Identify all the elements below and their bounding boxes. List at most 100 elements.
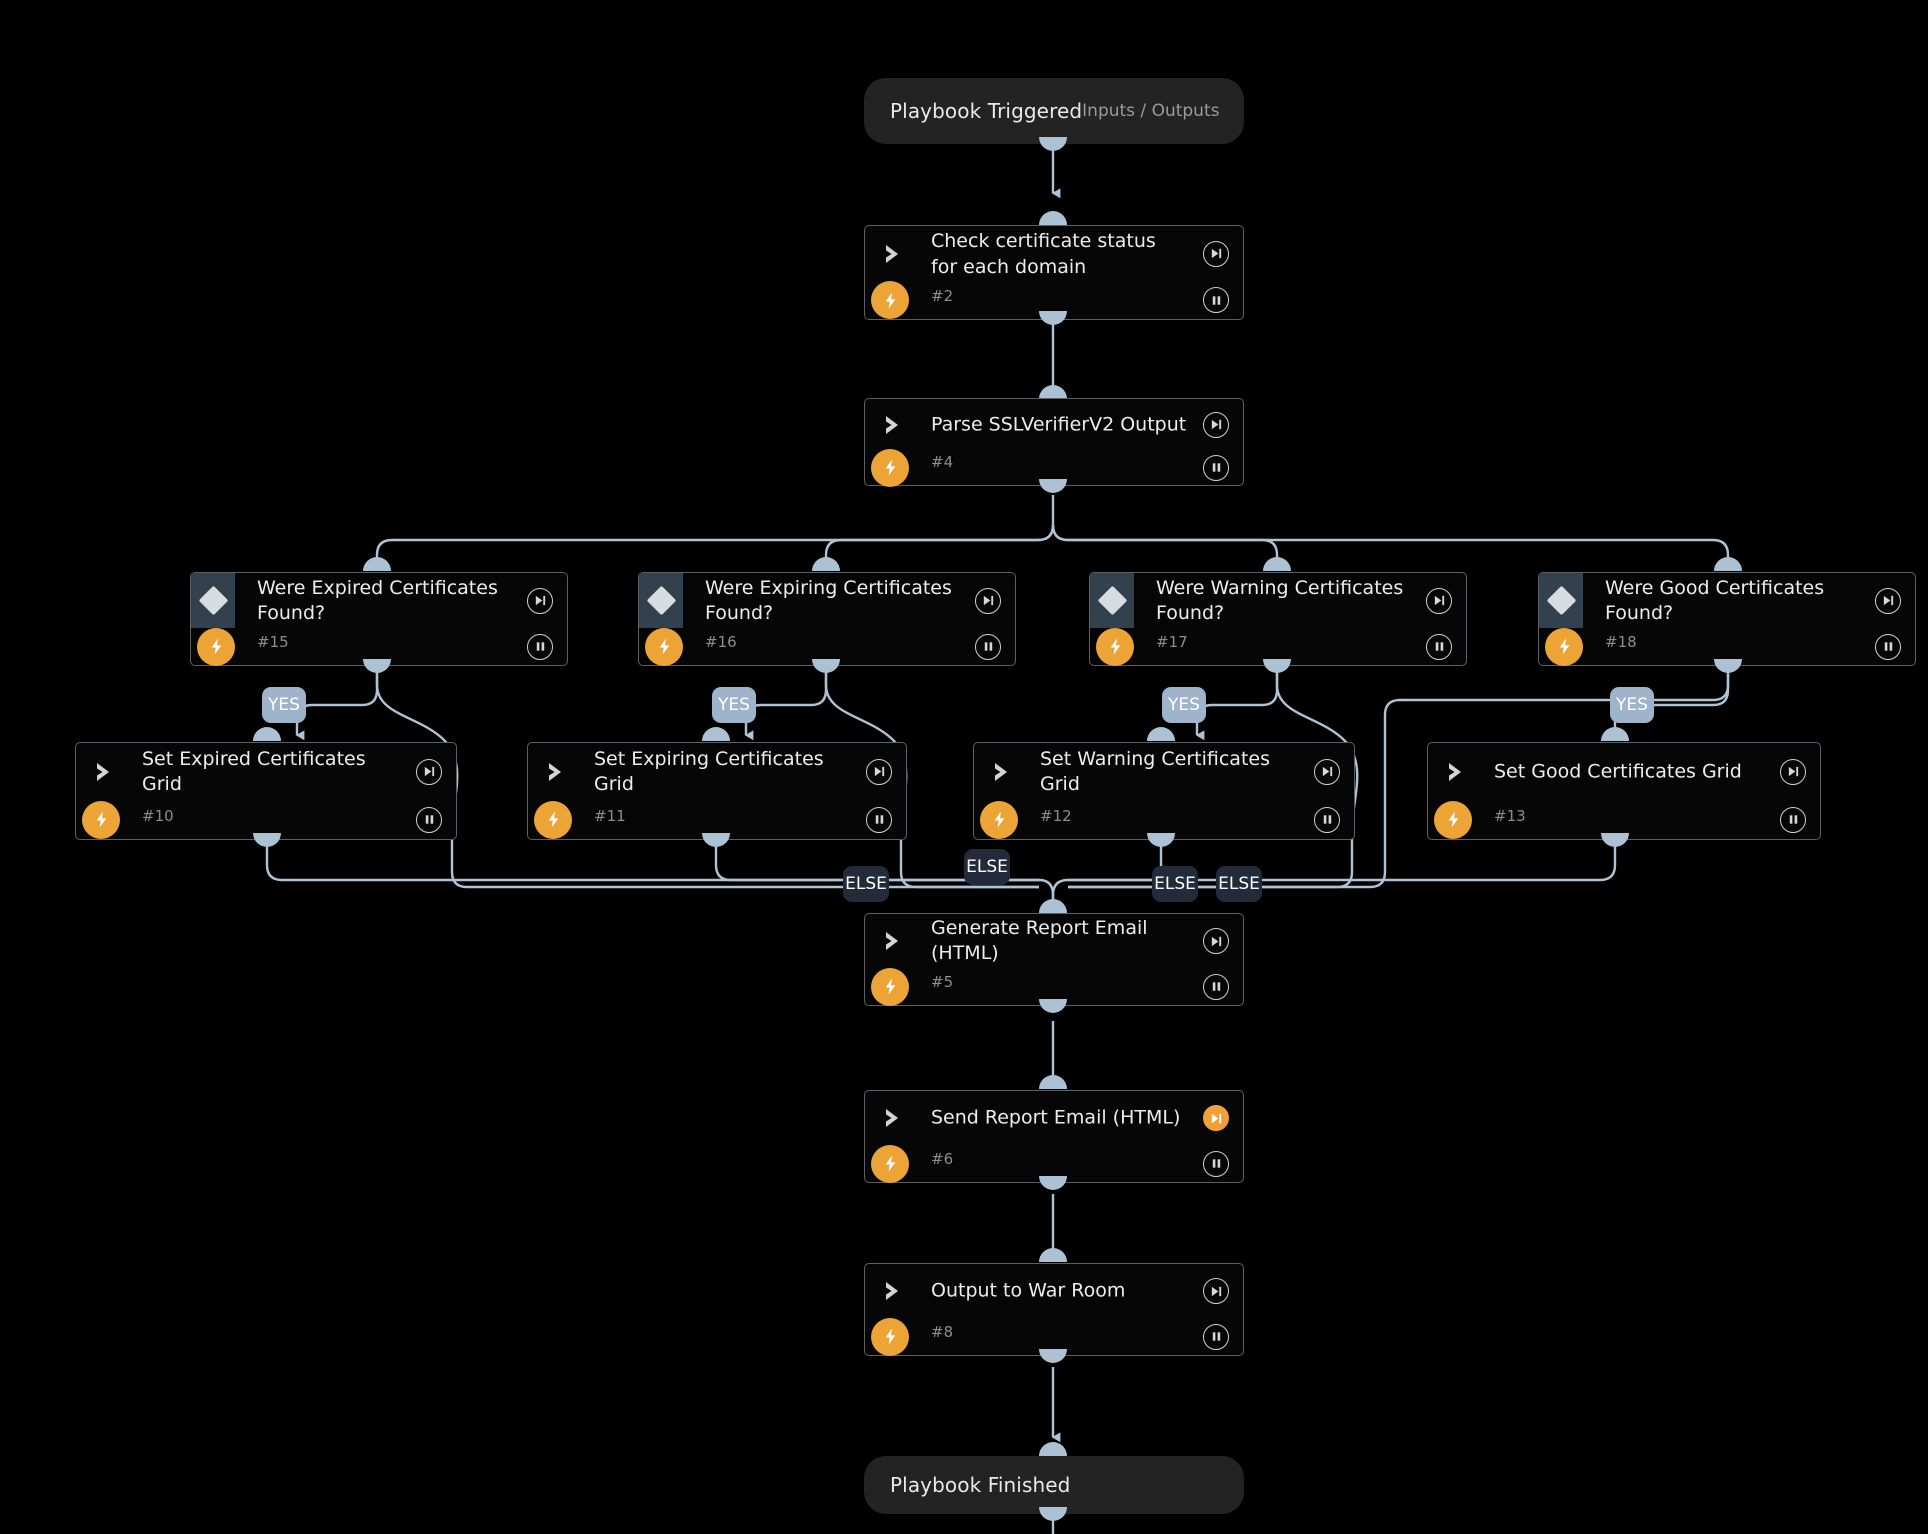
skip-forward-icon[interactable] <box>1780 758 1806 785</box>
node-condition-expired-certificates[interactable]: Were Expired Certificates Found? #15 <box>190 572 568 666</box>
skip-forward-icon[interactable] <box>866 758 892 785</box>
playbook-triggered-title: Playbook Triggered <box>890 99 1083 123</box>
node-condition-warning-certificates[interactable]: Were Warning Certificates Found? #17 <box>1089 572 1467 666</box>
port-in-set-expiring <box>702 727 730 741</box>
node-row-title: Parse SSLVerifierV2 Output <box>865 399 1243 451</box>
node-set-expired-certificates-grid[interactable]: Set Expired Certificates Grid #10 <box>75 742 457 840</box>
node-id: #10 <box>142 806 174 825</box>
pause-icon[interactable] <box>1426 633 1452 660</box>
playbook-finished-title: Playbook Finished <box>890 1473 1071 1497</box>
node-parse-sslverifier-output[interactable]: Parse SSLVerifierV2 Output #4 <box>864 398 1244 487</box>
port-in-generate <box>1039 899 1067 913</box>
pause-icon[interactable] <box>1875 633 1901 660</box>
node-id: #11 <box>594 806 626 825</box>
pause-icon[interactable] <box>1203 973 1229 1000</box>
skip-forward-icon[interactable] <box>1875 587 1901 614</box>
port-in-parse <box>1039 385 1067 399</box>
pause-icon[interactable] <box>416 806 442 833</box>
node-row-title: Generate Report Email (HTML) <box>865 914 1243 969</box>
chevron-right-icon <box>883 930 905 952</box>
node-id: #13 <box>1494 806 1526 825</box>
node-send-report-email[interactable]: Send Report Email (HTML) #6 <box>864 1090 1244 1183</box>
diamond-icon <box>1090 573 1134 629</box>
node-generate-report-email[interactable]: Generate Report Email (HTML) #5 <box>864 913 1244 1006</box>
skip-forward-icon[interactable] <box>1314 758 1340 785</box>
chevron-right-icon <box>546 761 568 783</box>
port-in-cond-expired <box>363 557 391 571</box>
pause-icon[interactable] <box>866 806 892 833</box>
node-set-expiring-certificates-grid[interactable]: Set Expiring Certificates Grid #11 <box>527 742 907 840</box>
skip-forward-icon[interactable] <box>527 587 553 614</box>
edge-label-yes-good: YES <box>1610 687 1654 723</box>
pause-icon[interactable] <box>1203 454 1229 481</box>
pause-icon[interactable] <box>975 633 1001 660</box>
port-in-end <box>1039 1442 1067 1456</box>
node-id: #6 <box>931 1149 954 1168</box>
skip-forward-icon[interactable] <box>1203 1278 1229 1305</box>
node-condition-expiring-certificates[interactable]: Were Expiring Certificates Found? #16 <box>638 572 1016 666</box>
port-in-cond-warning <box>1263 557 1291 571</box>
lightning-bolt-icon <box>82 800 120 839</box>
chevron-right-icon <box>1446 761 1468 783</box>
port-out-parse <box>1039 479 1067 493</box>
node-row-title: Were Warning Certificates Found? <box>1090 573 1466 629</box>
node-row-title: Set Expired Certificates Grid <box>76 743 456 801</box>
playbook-canvas[interactable]: Playbook Triggered Inputs / Outputs Chec… <box>0 0 1928 1534</box>
port-in-output <box>1039 1248 1067 1262</box>
node-title: Send Report Email (HTML) <box>931 1106 1181 1129</box>
port-out-start <box>1039 137 1067 151</box>
node-id: #17 <box>1156 632 1188 651</box>
pause-icon[interactable] <box>1780 806 1806 833</box>
port-out-cond-warning <box>1263 659 1291 673</box>
edge-label-else-1: ELSE <box>843 866 889 902</box>
pause-icon[interactable] <box>1314 806 1340 833</box>
node-id: #8 <box>931 1322 954 1341</box>
skip-forward-icon[interactable] <box>1426 587 1452 614</box>
port-out-end <box>1039 1507 1067 1521</box>
port-in-set-expired <box>253 727 281 741</box>
skip-forward-icon[interactable] <box>975 587 1001 614</box>
port-out-output <box>1039 1349 1067 1363</box>
lightning-bolt-icon <box>1434 800 1472 839</box>
port-out-check <box>1039 311 1067 325</box>
node-set-good-certificates-grid[interactable]: Set Good Certificates Grid #13 <box>1427 742 1821 840</box>
lightning-bolt-icon <box>1545 627 1583 666</box>
node-id: #12 <box>1040 806 1072 825</box>
pause-icon[interactable] <box>1203 287 1229 314</box>
node-output-to-war-room[interactable]: Output to War Room #8 <box>864 1263 1244 1356</box>
skip-forward-icon[interactable] <box>416 758 442 785</box>
node-check-certificate-status[interactable]: Check certificate status for each domain… <box>864 225 1244 320</box>
playbook-finished-node[interactable]: Playbook Finished <box>864 1456 1244 1514</box>
node-row-title: Set Expiring Certificates Grid <box>528 743 906 801</box>
diamond-icon <box>1539 573 1583 629</box>
node-title: Output to War Room <box>931 1279 1126 1302</box>
port-in-cond-expiring <box>812 557 840 571</box>
node-title: Set Warning Certificates Grid <box>1040 747 1270 795</box>
diamond-icon <box>191 573 235 629</box>
inputs-outputs-link[interactable]: Inputs / Outputs <box>1082 101 1219 121</box>
node-title: Were Good Certificates Found? <box>1605 576 1825 624</box>
pause-icon[interactable] <box>527 633 553 660</box>
node-set-warning-certificates-grid[interactable]: Set Warning Certificates Grid #12 <box>973 742 1355 840</box>
pause-icon[interactable] <box>1203 1323 1229 1350</box>
node-title: Were Expired Certificates Found? <box>257 576 498 624</box>
pause-icon[interactable] <box>1203 1150 1229 1177</box>
port-out-send <box>1039 1176 1067 1190</box>
skip-forward-icon[interactable] <box>1203 928 1229 955</box>
lightning-bolt-icon <box>871 967 909 1006</box>
skip-forward-icon[interactable] <box>1203 411 1229 438</box>
edge-label-yes-warning: YES <box>1162 687 1206 723</box>
chevron-right-icon <box>992 761 1014 783</box>
node-row-title: Check certificate status for each domain <box>865 226 1243 282</box>
node-id: #16 <box>705 632 737 651</box>
node-row-title: Send Report Email (HTML) <box>865 1091 1243 1146</box>
skip-forward-icon[interactable] <box>1203 240 1229 267</box>
lightning-bolt-icon <box>871 281 909 320</box>
port-in-cond-good <box>1714 557 1742 571</box>
node-title: Parse SSLVerifierV2 Output <box>931 413 1187 436</box>
skip-forward-icon[interactable] <box>1203 1105 1229 1132</box>
port-in-check <box>1039 211 1067 225</box>
playbook-triggered-node[interactable]: Playbook Triggered Inputs / Outputs <box>864 78 1244 144</box>
lightning-bolt-icon <box>871 1317 909 1356</box>
node-condition-good-certificates[interactable]: Were Good Certificates Found? #18 <box>1538 572 1916 666</box>
